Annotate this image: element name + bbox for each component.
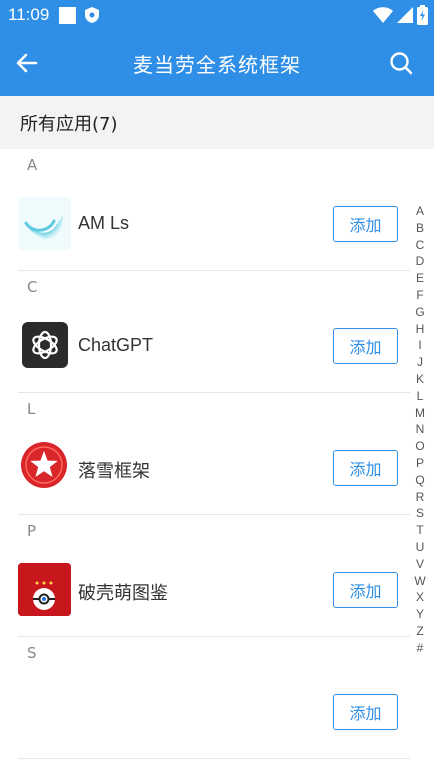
index-letter[interactable]: J <box>417 354 423 371</box>
list-item[interactable]: AM Ls 添加 <box>0 181 412 271</box>
section-letter: L <box>27 400 36 418</box>
section-letter: A <box>27 156 38 174</box>
app-list: A AM Ls 添加 C ChatGPT 添加 L 落雪框架 添加 P 破壳萌图… <box>0 149 412 759</box>
add-button[interactable]: 添加 <box>333 450 398 486</box>
index-letter[interactable]: P <box>416 455 424 472</box>
divider <box>18 514 410 515</box>
index-letter[interactable]: Q <box>415 472 424 489</box>
page-title: 麦当劳全系统框架 <box>133 53 301 77</box>
index-letter[interactable]: S <box>416 505 424 522</box>
all-apps-header: 所有应用(7) <box>0 96 434 149</box>
index-letter[interactable]: A <box>416 203 424 220</box>
index-letter[interactable]: H <box>416 321 425 338</box>
add-button[interactable]: 添加 <box>333 694 398 730</box>
alight-motion-icon <box>18 197 71 250</box>
index-letter[interactable]: B <box>416 220 424 237</box>
battery-icon <box>417 5 428 25</box>
index-letter[interactable]: O <box>415 438 424 455</box>
wifi-icon <box>373 7 393 23</box>
index-letter[interactable]: R <box>416 489 425 506</box>
index-letter[interactable]: U <box>416 539 425 556</box>
add-button[interactable]: 添加 <box>333 572 398 608</box>
chatgpt-icon <box>22 322 68 368</box>
index-letter[interactable]: E <box>416 270 424 287</box>
alphabet-index-bar[interactable]: A B C D E F G H I J K L M N O P Q R S T U V W X Y Z # <box>412 203 428 657</box>
index-letter[interactable]: L <box>417 388 424 405</box>
add-button[interactable]: 添加 <box>333 206 398 242</box>
divider <box>18 636 410 637</box>
index-letter[interactable]: I <box>418 337 421 354</box>
shield-icon <box>85 7 100 23</box>
section-letter: S <box>27 644 37 662</box>
index-letter[interactable]: D <box>416 253 425 270</box>
status-bar: 11:09 <box>0 0 434 30</box>
app-name: 破壳萌图鉴 <box>78 583 168 603</box>
index-letter[interactable]: G <box>415 304 424 321</box>
index-letter[interactable]: K <box>416 371 424 388</box>
search-icon[interactable] <box>388 50 414 76</box>
index-letter[interactable]: Z <box>416 623 423 640</box>
signal-icon <box>397 7 413 23</box>
app-name: 落雪框架 <box>78 461 150 481</box>
index-letter[interactable]: M <box>415 405 425 422</box>
index-letter[interactable]: V <box>416 556 424 573</box>
index-letter[interactable]: # <box>417 640 424 657</box>
app-name: AM Ls <box>78 213 130 233</box>
app-bar: 麦当劳全系统框架 <box>0 30 434 96</box>
index-letter[interactable]: X <box>416 589 424 606</box>
index-letter[interactable]: C <box>416 237 425 254</box>
notification-square-icon <box>59 6 77 24</box>
status-time: 11:09 <box>8 5 50 24</box>
index-letter[interactable]: W <box>414 573 425 590</box>
add-button[interactable]: 添加 <box>333 328 398 364</box>
index-letter[interactable]: Y <box>416 606 424 623</box>
section-letter: C <box>27 278 38 296</box>
list-item[interactable]: ChatGPT 添加 <box>0 303 412 393</box>
index-letter[interactable]: F <box>416 287 423 304</box>
divider <box>18 392 410 393</box>
list-item[interactable]: 破壳萌图鉴 添加 <box>0 547 412 637</box>
list-item[interactable]: 落雪框架 添加 <box>0 425 412 515</box>
divider <box>18 758 410 759</box>
pokeball-icon <box>18 563 71 616</box>
list-item[interactable]: 添加 <box>0 669 412 759</box>
index-letter[interactable]: T <box>416 522 423 539</box>
star-badge-icon <box>20 441 68 489</box>
app-name: ChatGPT <box>78 335 154 355</box>
section-letter: P <box>27 522 37 540</box>
divider <box>18 270 410 271</box>
index-letter[interactable]: N <box>416 421 425 438</box>
